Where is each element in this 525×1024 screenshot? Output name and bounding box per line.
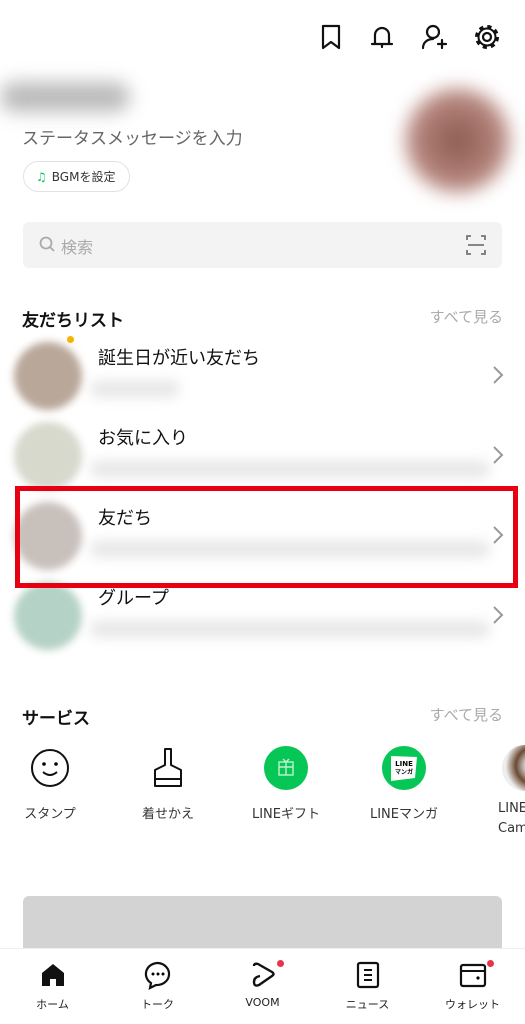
service-label: LINEマンガ bbox=[369, 807, 438, 822]
services-title: サービス bbox=[22, 709, 90, 729]
nav-talk[interactable]: トーク bbox=[105, 960, 210, 1012]
svg-text:LINE: LINE bbox=[395, 760, 413, 768]
search-icon bbox=[39, 236, 55, 252]
profile-avatar[interactable] bbox=[405, 88, 510, 193]
notification-badge bbox=[487, 960, 494, 967]
smile-icon bbox=[31, 749, 69, 787]
nav-home[interactable]: ホーム bbox=[0, 960, 105, 1012]
nav-label: ホーム bbox=[36, 998, 69, 1011]
bgm-button[interactable]: ♫ BGMを設定 bbox=[23, 161, 131, 192]
gift-icon bbox=[264, 746, 308, 790]
birthday-dot bbox=[67, 336, 74, 343]
voom-play-icon bbox=[252, 962, 275, 987]
service-camera[interactable]: LINE Camera bbox=[472, 745, 525, 839]
service-stamp[interactable]: スタンプ bbox=[0, 745, 100, 822]
nav-label: ウォレット bbox=[445, 998, 500, 1011]
nav-wallet[interactable]: ウォレット bbox=[420, 960, 525, 1012]
blurred-preview bbox=[90, 380, 180, 398]
service-label: スタンプ bbox=[24, 807, 76, 822]
nav-voom[interactable]: VOOM bbox=[210, 960, 315, 1009]
chevron-right-icon bbox=[493, 446, 504, 464]
friends-row-favorites[interactable]: お気に入り bbox=[0, 414, 525, 494]
friends-list-title: 友だちリスト bbox=[22, 311, 124, 331]
brush-icon bbox=[154, 748, 182, 787]
avatar bbox=[14, 422, 82, 490]
bell-icon[interactable] bbox=[367, 22, 397, 52]
banner-ad[interactable] bbox=[23, 896, 502, 956]
svg-text:マンガ: マンガ bbox=[395, 768, 413, 776]
row-label: 誕生日が近い友だち bbox=[98, 348, 260, 369]
news-icon bbox=[356, 961, 379, 989]
friends-see-all-link[interactable]: すべて見る bbox=[430, 306, 503, 327]
service-label: LINEギフト bbox=[251, 807, 320, 822]
services-see-all-link[interactable]: すべて見る bbox=[430, 704, 503, 725]
music-note-icon: ♫ bbox=[36, 169, 47, 184]
camera-icon bbox=[502, 745, 525, 791]
nav-label: トーク bbox=[141, 998, 174, 1011]
bgm-label: BGMを設定 bbox=[51, 170, 116, 184]
chevron-right-icon bbox=[493, 366, 504, 384]
search-input[interactable]: 検索 bbox=[23, 222, 502, 268]
profile-name-blurred bbox=[0, 82, 130, 112]
blurred-preview bbox=[90, 460, 490, 478]
friends-row-birthday[interactable]: 誕生日が近い友だち bbox=[0, 334, 525, 414]
service-theme[interactable]: 着せかえ bbox=[118, 745, 218, 822]
service-manga[interactable]: LINE マンガ LINEマンガ bbox=[354, 745, 454, 822]
add-friend-icon[interactable] bbox=[420, 22, 450, 52]
avatar bbox=[14, 582, 82, 650]
highlight-box bbox=[15, 486, 518, 588]
status-message-input[interactable]: ステータスメッセージを入力 bbox=[22, 124, 243, 149]
home-icon bbox=[41, 964, 64, 986]
chat-bubble-icon bbox=[144, 961, 170, 990]
nav-label: ニュース bbox=[345, 998, 390, 1011]
notification-badge bbox=[277, 960, 284, 967]
wallet-icon bbox=[459, 963, 486, 988]
search-placeholder: 検索 bbox=[61, 238, 94, 257]
row-label: お気に入り bbox=[98, 428, 188, 449]
service-label: 着せかえ bbox=[141, 807, 194, 822]
nav-label: VOOM bbox=[245, 996, 280, 1009]
manga-icon: LINEマンガ bbox=[382, 746, 426, 790]
avatar bbox=[14, 342, 82, 410]
bookmark-icon[interactable] bbox=[316, 22, 346, 52]
chevron-right-icon bbox=[493, 606, 504, 624]
blurred-preview bbox=[90, 620, 490, 638]
qr-scan-icon[interactable] bbox=[466, 235, 486, 255]
nav-news[interactable]: ニュース bbox=[315, 960, 420, 1012]
service-gift[interactable]: LINEギフト bbox=[236, 745, 336, 822]
service-label: LINE Camera bbox=[498, 801, 525, 836]
gear-icon[interactable] bbox=[472, 22, 502, 52]
